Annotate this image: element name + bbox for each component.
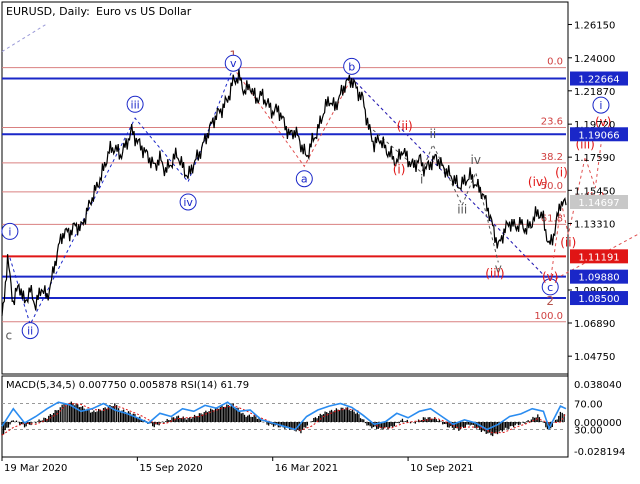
wave-label: b [348,60,355,73]
wave-label: iii [131,98,140,111]
price-tick-label: 1.26150 [574,20,615,31]
fib-label: 38.2 [541,152,563,163]
chart-symbol: EURUSD, Daily: [6,5,90,18]
chart-window: 0.023.638.250.061.8100.0 1vbiiiiiiivac2c… [0,0,640,480]
wave-label: 2 [546,294,554,308]
wave-label: (ii) [560,235,576,249]
wave-label: ii [430,127,437,141]
price-level-label: 1.08500 [578,294,619,305]
chart-description: Euro vs US Dollar [96,5,192,18]
price-tick-label: 1.06890 [574,319,615,330]
time-tick-label: 19 Mar 2020 [4,463,67,474]
wave-label: iv [183,196,193,209]
fib-label: 100.0 [534,311,563,322]
price-level-label: 1.09880 [578,273,619,284]
price-level-label: 1.22664 [578,75,619,86]
current-price-label: 1.14697 [578,198,619,209]
price-tick-label: 1.24000 [574,54,615,65]
indicator-label: MACD(5,34,5) 0.007750 0.005878 RSI(14) 6… [6,380,249,391]
time-tick-label: 10 Sep 2021 [410,463,473,474]
wave-label: (ii) [397,119,413,133]
eurusd-chart: 0.023.638.250.061.8100.0 1vbiiiiiiivac2c… [0,0,640,480]
wave-label: a [301,173,308,186]
price-tick-label: 1.13310 [574,219,615,230]
wave-label: ii [27,325,33,338]
time-tick-label: 16 Mar 2021 [275,463,338,474]
price-tick-label: 1.04750 [574,352,615,363]
wave-label: (i) [555,166,568,180]
indicator-tick-label: 0.038040 [574,380,622,391]
price-level-label: 1.19066 [578,130,619,141]
wave-label: i [420,172,423,186]
fib-label: 0.0 [547,57,563,68]
time-tick-label: 15 Sep 2020 [139,463,202,474]
price-level-label: 1.11191 [578,252,619,263]
wave-label: iv [471,153,481,167]
wave-label: (iv) [528,175,548,189]
chart-background [0,0,640,480]
wave-label: i [599,99,602,112]
wave-label: v [230,57,237,70]
wave-label: i [8,225,11,238]
fib-label: 23.6 [541,117,563,128]
indicator-tick-label: -0.028194 [574,447,625,458]
indicator-tick-label: 70.00 [574,400,603,411]
indicator-tick-label: 30.00 [574,426,603,437]
wave-label: c [5,328,12,342]
wave-label: (i) [393,162,406,176]
wave-label: (iii) [485,266,504,280]
wave-label: (v) [542,270,558,284]
price-tick-label: 1.21870 [574,87,615,98]
wave-label: iii [457,203,467,217]
price-tick-label: 1.17590 [574,153,615,164]
